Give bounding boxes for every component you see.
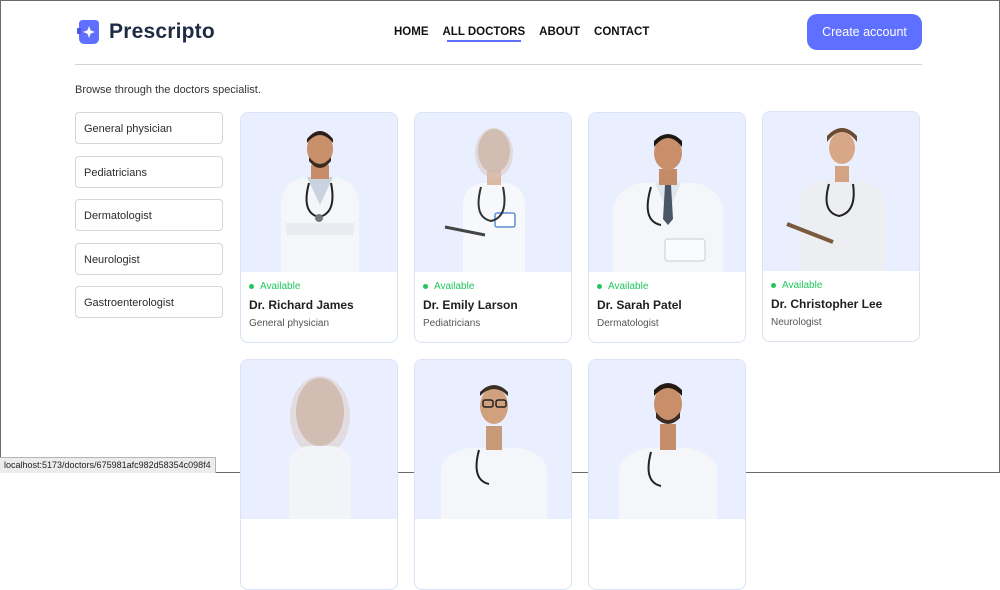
availability-status: Available (771, 280, 911, 291)
doctor-speciality: General physician (249, 318, 330, 329)
doctor-photo (241, 113, 397, 272)
nav-home[interactable]: HOME (394, 26, 429, 42)
brand-name: Prescripto (109, 20, 215, 43)
filter-pediatricians[interactable]: Pediatricians (75, 155, 223, 188)
doctor-photo (415, 360, 571, 519)
logo[interactable]: Prescripto (75, 18, 215, 46)
doctor-photo (415, 113, 571, 272)
navbar: Prescripto HOME ALL DOCTORS ABOUT CONTAC… (75, 0, 922, 65)
create-account-button[interactable]: Create account (807, 14, 922, 50)
page-intro: Browse through the doctors specialist. (75, 84, 261, 96)
doctor-photo (589, 113, 745, 272)
availability-status: Available (423, 281, 563, 292)
doctor-name: Dr. Richard James (249, 298, 354, 312)
doctor-speciality: Pediatricians (423, 318, 481, 329)
status-dot (771, 283, 776, 288)
main-menu: HOME ALL DOCTORS ABOUT CONTACT (394, 26, 649, 42)
filter-neurologist[interactable]: Neurologist (75, 242, 223, 275)
doctor-speciality: Neurologist (771, 317, 822, 328)
doctor-photo (589, 360, 745, 519)
logo-icon (77, 20, 99, 44)
nav-all-doctors[interactable]: ALL DOCTORS (443, 26, 525, 42)
doctor-card[interactable] (414, 359, 572, 590)
doctor-card-christopher-lee[interactable]: Available Dr. Christopher Lee Neurologis… (762, 111, 920, 342)
status-dot (423, 284, 428, 289)
status-dot (249, 284, 254, 289)
filter-dermatologist[interactable]: Dermatologist (75, 199, 223, 231)
nav-about[interactable]: ABOUT (539, 26, 580, 42)
doctor-name: Dr. Sarah Patel (597, 298, 682, 312)
availability-status: Available (249, 281, 389, 292)
doctor-card-richard-james[interactable]: Available Dr. Richard James General phys… (240, 112, 398, 343)
nav-contact[interactable]: CONTACT (594, 26, 649, 42)
doctor-speciality: Dermatologist (597, 318, 659, 329)
filter-general-physician[interactable]: General physician (75, 112, 223, 144)
doctor-card-sarah-patel[interactable]: Available Dr. Sarah Patel Dermatologist (588, 112, 746, 343)
speciality-filter-list: General physician Pediatricians Dermatol… (75, 112, 223, 330)
filter-gastroenterologist[interactable]: Gastroenterologist (75, 286, 223, 318)
doctor-name: Dr. Emily Larson (423, 298, 518, 312)
doctor-card[interactable] (240, 359, 398, 590)
doctor-card-emily-larson[interactable]: Available Dr. Emily Larson Pediatricians (414, 112, 572, 343)
doctor-card[interactable] (588, 359, 746, 590)
doctor-name: Dr. Christopher Lee (771, 297, 883, 311)
doctor-photo (763, 112, 919, 271)
status-dot (597, 284, 602, 289)
doctor-photo (241, 360, 397, 519)
browser-status-url: localhost:5173/doctors/675981afc982d5835… (0, 457, 216, 473)
availability-status: Available (597, 281, 737, 292)
